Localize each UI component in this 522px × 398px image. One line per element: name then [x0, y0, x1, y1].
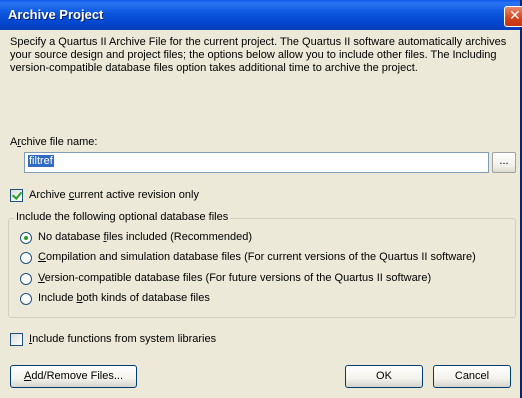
title-bar[interactable]: Archive Project ✕: [0, 0, 522, 30]
close-icon: ✕: [509, 7, 521, 23]
dialog-content: Specify a Quartus II Archive File for th…: [0, 30, 520, 398]
system-libraries-label: Include functions from system libraries: [29, 333, 217, 345]
current-revision-only-label: Archive current active revision only: [29, 189, 199, 201]
radio-no-database-files[interactable]: [20, 232, 32, 244]
radio-both-kinds-files[interactable]: [20, 293, 32, 305]
radio-both-kinds-files-label: Include both kinds of database files: [38, 292, 210, 304]
radio-compilation-simulation-files[interactable]: [20, 252, 32, 264]
cancel-button[interactable]: Cancel: [433, 365, 511, 388]
archive-file-name-input[interactable]: filtref: [24, 152, 489, 173]
description-text: Specify a Quartus II Archive File for th…: [10, 36, 507, 74]
current-revision-only-checkbox[interactable]: [10, 189, 23, 202]
radio-compilation-simulation-files-label: Compilation and simulation database file…: [38, 251, 476, 263]
archive-file-name-value: filtref: [28, 155, 54, 167]
archive-project-dialog: Archive Project ✕ Specify a Quartus II A…: [0, 0, 522, 398]
ok-button[interactable]: OK: [345, 365, 423, 388]
database-files-group-title: Include the following optional database …: [14, 211, 231, 223]
window-title: Archive Project: [8, 7, 104, 22]
radio-no-database-files-label: No database files included (Recommended): [38, 231, 253, 243]
system-libraries-checkbox[interactable]: [10, 333, 23, 346]
browse-button[interactable]: ...: [492, 152, 516, 173]
archive-file-name-label: Archive file name:: [10, 136, 98, 148]
close-button[interactable]: ✕: [504, 6, 522, 27]
radio-version-compatible-files-label: Version-compatible database files (For f…: [38, 272, 432, 284]
radio-version-compatible-files[interactable]: [20, 273, 32, 285]
add-remove-files-button[interactable]: Add/Remove Files...: [10, 365, 137, 388]
